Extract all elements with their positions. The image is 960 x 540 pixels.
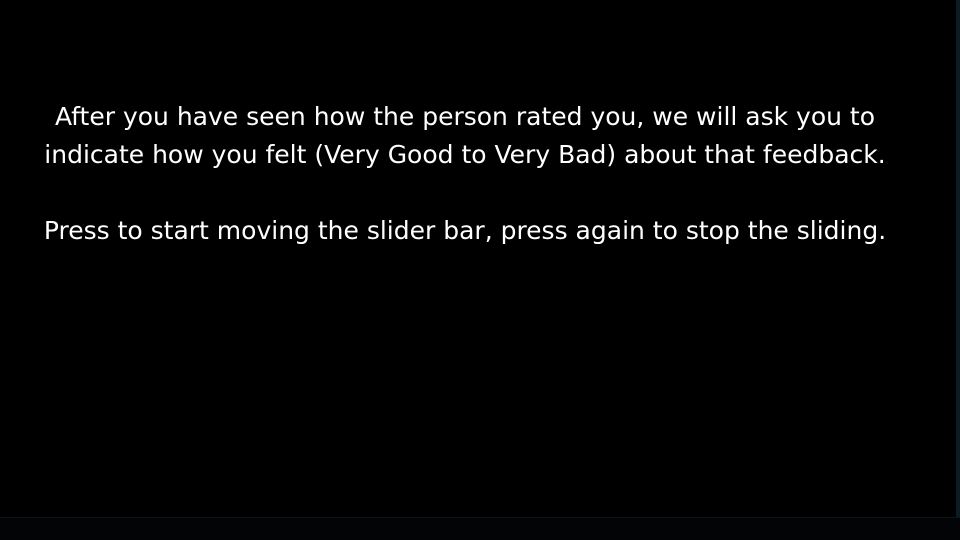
instruction-paragraph-slider: Press to start moving the slider bar, pr… — [43, 216, 887, 245]
window-edge-bottom — [0, 517, 960, 540]
window-edge-right — [956, 0, 960, 540]
instruction-text-block: After you have seen how the person rated… — [30, 98, 900, 250]
experiment-screen: After you have seen how the person rated… — [0, 0, 960, 540]
instruction-paragraph-feedback: After you have seen how the person rated… — [44, 102, 886, 169]
